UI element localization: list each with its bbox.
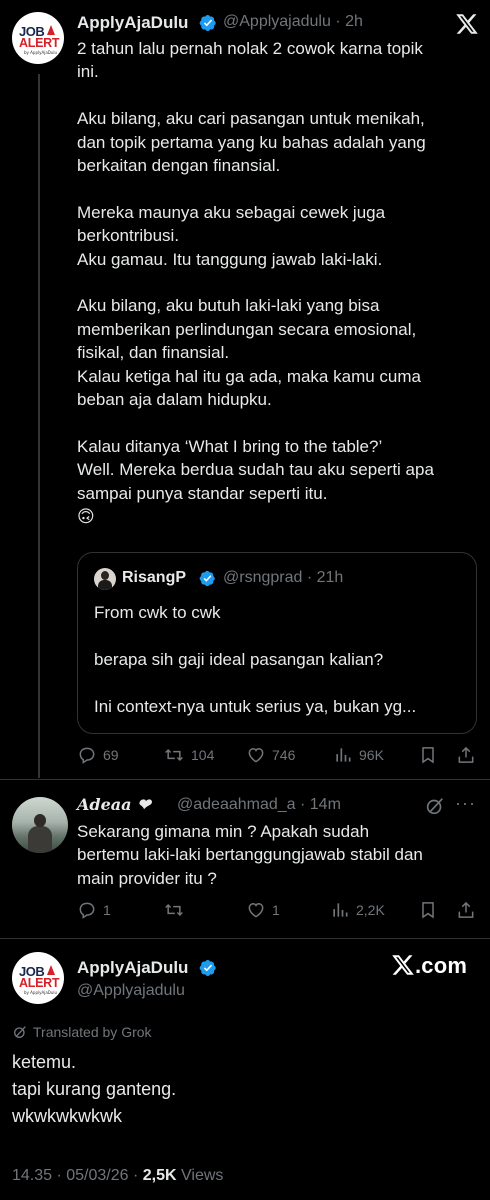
translated-by-grok[interactable]: Translated by Grok — [12, 1024, 152, 1040]
x-logo-icon — [392, 955, 414, 975]
reply-reply-count: 1 — [103, 902, 111, 918]
like-icon — [248, 902, 264, 918]
quote-handle-text: @rsngprad — [223, 569, 303, 586]
reply-author-handle[interactable]: @adeaahmad_a · 14m — [177, 796, 341, 814]
quote-author-name: RisangP — [122, 569, 187, 586]
reply-button[interactable]: 69 — [77, 745, 119, 765]
reply-retweet-button[interactable] — [163, 900, 191, 920]
avatar-flame-icon — [47, 25, 55, 35]
main-author-avatar[interactable]: JOB ALERT by ApplyAjaDulu — [12, 952, 64, 1004]
quote-avatar-torso — [98, 580, 112, 590]
reply-icon — [79, 902, 95, 919]
quote-verified-icon — [199, 570, 215, 587]
tweet-timestamp[interactable]: 14.35 · 05/03/26 · — [12, 1167, 138, 1184]
quoted-tweet[interactable]: RisangP @rsngprad · 21h From cwk to cwk … — [77, 552, 477, 734]
reply-avatar-coat — [28, 826, 52, 853]
grok-icon — [14, 1026, 26, 1038]
main-author-handle[interactable]: @Applyajadulu — [77, 982, 185, 1000]
reply-views-button[interactable]: 2,2K — [330, 900, 385, 920]
share-icon — [458, 746, 474, 763]
bookmark-icon — [422, 902, 434, 919]
reply-views-count: 2,2K — [356, 902, 385, 918]
avatar-flame-icon — [47, 965, 55, 975]
avatar-text-byline: by ApplyAjaDulu — [24, 990, 58, 995]
like-count: 746 — [272, 747, 296, 763]
bookmark-icon — [422, 747, 434, 764]
like-button[interactable]: 746 — [246, 745, 295, 765]
divider — [0, 938, 490, 939]
x-com-brand: .com — [391, 953, 467, 979]
reply-count: 69 — [103, 747, 119, 763]
author-avatar[interactable]: JOB ALERT by ApplyAjaDulu — [12, 12, 64, 64]
like-icon — [248, 747, 264, 763]
reply-avatar-head — [34, 814, 46, 827]
reply-icon — [79, 747, 95, 764]
reply-time[interactable]: 14m — [310, 796, 341, 813]
retweet-button[interactable]: 104 — [163, 745, 214, 765]
share-icon — [458, 901, 474, 918]
reply-share-button[interactable] — [456, 900, 476, 920]
retweet-icon — [165, 748, 183, 762]
reply-author-name[interactable]: 𝑨𝒅𝒆𝒂𝒂 ❤ — [77, 795, 151, 814]
reply-reply-button[interactable]: 1 — [77, 900, 111, 920]
verified-icon — [199, 14, 216, 32]
author-handle[interactable]: @Applyajadulu · 2h — [223, 13, 363, 31]
author-name[interactable]: ApplyAjaDulu — [77, 13, 188, 33]
share-button[interactable] — [456, 745, 476, 765]
reply-like-count: 1 — [272, 902, 280, 918]
main-views-label: Views — [181, 1167, 224, 1184]
quote-author-handle: @rsngprad · 21h — [223, 569, 344, 586]
reply-bookmark-button[interactable] — [418, 900, 438, 920]
quote-avatar-head — [101, 571, 109, 580]
quote-text: From cwk to cwk berapa sih gaji ideal pa… — [94, 603, 417, 716]
quote-time: 21h — [316, 569, 344, 586]
verified-icon — [199, 959, 216, 977]
x-logo-icon — [456, 14, 478, 34]
more-icon[interactable]: ··· — [455, 793, 476, 814]
author-handle-text: @Applyajadulu — [223, 13, 331, 30]
divider — [0, 779, 490, 780]
views-icon — [336, 748, 351, 762]
reply-like-button[interactable]: 1 — [246, 900, 280, 920]
tweet-time[interactable]: 2h — [345, 13, 363, 30]
grok-icon[interactable] — [424, 795, 446, 817]
reply-text: Sekarang gimana min ? Apakah sudah berte… — [77, 822, 423, 888]
avatar-text-alert: ALERT — [19, 976, 60, 990]
reply-avatar[interactable] — [12, 797, 68, 853]
bookmark-button[interactable] — [418, 745, 438, 765]
views-icon — [333, 903, 348, 917]
avatar-text-alert: ALERT — [19, 36, 60, 50]
avatar-text-byline: by ApplyAjaDulu — [24, 50, 58, 55]
translated-label: Translated by Grok — [33, 1024, 152, 1040]
thread-line — [38, 74, 40, 778]
main-tweet-text: ketemu. tapi kurang ganteng. wkwkwkwkwk — [12, 1052, 177, 1126]
x-com-suffix: .com — [415, 953, 468, 978]
views-button[interactable]: 96K — [333, 745, 384, 765]
main-views-count: 2,5K — [142, 1167, 177, 1184]
tweet-text: 2 tahun lalu pernah nolak 2 cowok karna … — [77, 39, 434, 527]
tweet-meta: 14.35 · 05/03/26 · 2,5K Views — [12, 1167, 223, 1185]
main-author-name[interactable]: ApplyAjaDulu — [77, 958, 188, 978]
quote-avatar — [94, 568, 116, 590]
views-count: 96K — [359, 747, 384, 763]
retweet-count: 104 — [191, 747, 215, 763]
retweet-icon — [165, 903, 183, 917]
reply-handle-text: @adeaahmad_a — [177, 796, 296, 813]
